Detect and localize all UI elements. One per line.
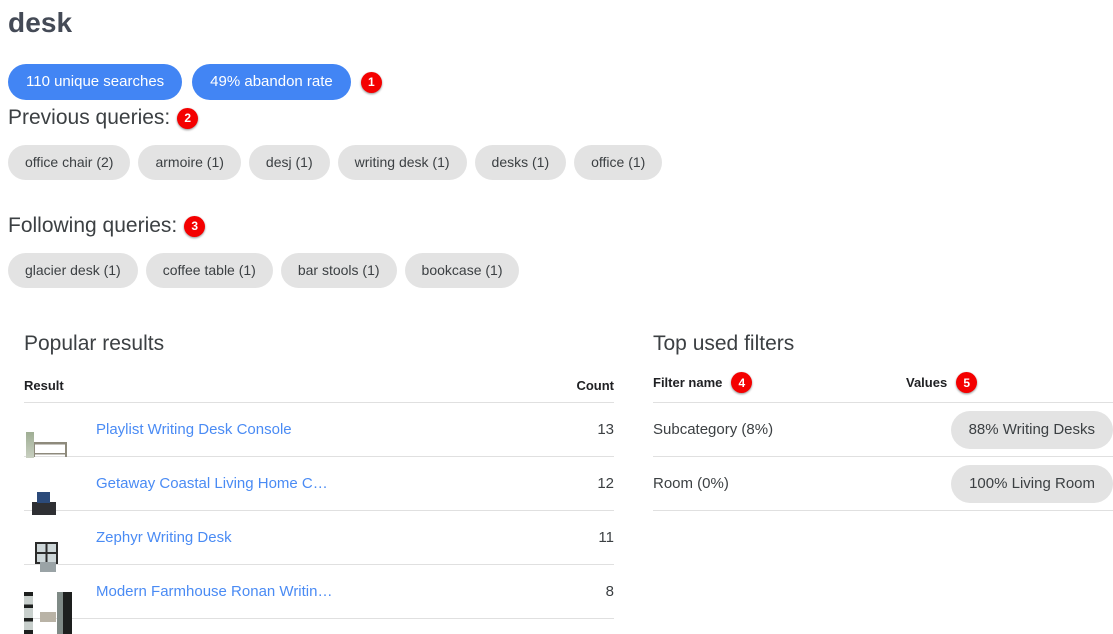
previous-query-chip[interactable]: desj (1): [248, 145, 330, 180]
stat-pill-unique-searches[interactable]: 110 unique searches: [8, 64, 183, 100]
previous-query-chip[interactable]: armoire (1): [138, 145, 241, 180]
table-row[interactable]: Subcategory (8%) 88% Writing Desks: [653, 402, 1113, 457]
top-used-filters-panel: Top used filters Filter name 4 Values 5: [653, 331, 1113, 511]
annotation-badge-2: 2: [177, 107, 199, 129]
popular-results-title: Popular results: [24, 332, 165, 355]
table-row[interactable]: Getaway Coastal Living Home C… 12: [24, 456, 614, 511]
following-queries-chip-list: glacier desk (1) coffee table (1) bar st…: [8, 253, 520, 288]
result-name-cell: Zephyr Writing Desk: [96, 510, 544, 565]
result-count: 8: [544, 564, 614, 619]
page-title: desk: [8, 7, 73, 38]
top-used-filters-table: Filter name 4 Values 5 Subcategory (8%): [653, 371, 1113, 511]
following-query-chip[interactable]: bar stools (1): [280, 253, 397, 288]
column-header-values-label: Values: [906, 375, 948, 390]
filter-name-cell: Room (0%): [653, 456, 906, 511]
following-query-chip[interactable]: bookcase (1): [404, 253, 520, 288]
column-header-result-label: Result: [24, 378, 64, 393]
result-thumbnail-cell: [24, 402, 96, 457]
popular-results-header-row: Result Count: [24, 371, 614, 403]
previous-query-chip[interactable]: desks (1): [474, 145, 567, 180]
result-name-cell: Playlist Writing Desk Console: [96, 402, 544, 457]
previous-query-chip[interactable]: office chair (2): [8, 145, 131, 180]
following-query-chip[interactable]: coffee table (1): [145, 253, 273, 288]
previous-query-chip[interactable]: office (1): [574, 145, 663, 180]
table-row[interactable]: Playlist Writing Desk Console 13: [24, 402, 614, 457]
result-name-cell: Getaway Coastal Living Home C…: [96, 456, 544, 511]
annotation-badge-5: 5: [956, 372, 978, 393]
table-row[interactable]: Modern Farmhouse Ronan Writin… 8: [24, 564, 614, 619]
result-count: 11: [544, 510, 614, 565]
summary-stats: 110 unique searches 49% abandon rate 1: [8, 64, 382, 100]
filter-name-cell: Subcategory (8%): [653, 402, 906, 457]
following-queries-section: Following queries: 3 glacier desk (1) co…: [8, 213, 520, 288]
filter-values-cell: 100% Living Room: [906, 456, 1113, 511]
table-row[interactable]: Zephyr Writing Desk 11: [24, 510, 614, 565]
result-link[interactable]: Zephyr Writing Desk: [96, 529, 544, 546]
column-header-result[interactable]: Result: [24, 371, 544, 403]
search-analytics-page: desk 110 unique searches 49% abandon rat…: [0, 0, 1113, 619]
result-thumbnail-cell: [24, 564, 96, 619]
top-used-filters-title: Top used filters: [653, 332, 795, 355]
result-name-cell: Modern Farmhouse Ronan Writin…: [96, 564, 544, 619]
previous-queries-chip-list: office chair (2) armoire (1) desj (1) wr…: [8, 145, 663, 180]
following-queries-heading: Following queries: 3: [8, 213, 519, 239]
result-link[interactable]: Playlist Writing Desk Console: [96, 421, 544, 438]
column-header-values[interactable]: Values 5: [906, 371, 1113, 403]
popular-results-table: Result Count Playlist Writing Desk Conso…: [24, 371, 614, 619]
top-used-filters-header-row: Filter name 4 Values 5: [653, 371, 1113, 403]
annotation-badge-3: 3: [184, 215, 206, 237]
result-count: 12: [544, 456, 614, 511]
result-link[interactable]: Modern Farmhouse Ronan Writin…: [96, 583, 544, 600]
column-header-count-label: Count: [576, 378, 614, 393]
result-thumbnail-cell: [24, 456, 96, 511]
column-header-filter-name[interactable]: Filter name 4: [653, 371, 906, 403]
previous-queries-heading: Previous queries: 2: [8, 105, 662, 131]
previous-queries-label: Previous queries:: [8, 106, 171, 129]
previous-query-chip[interactable]: writing desk (1): [337, 145, 467, 180]
stat-pill-abandon-rate[interactable]: 49% abandon rate: [192, 64, 351, 100]
column-header-filter-name-group: Filter name 4: [653, 372, 906, 393]
column-header-values-group: Values 5: [906, 372, 1113, 393]
column-header-filter-name-label: Filter name: [653, 375, 723, 390]
following-queries-label: Following queries:: [8, 214, 178, 237]
filter-value-pill[interactable]: 88% Writing Desks: [950, 410, 1113, 449]
annotation-badge-4: 4: [731, 372, 753, 393]
result-count: 13: [544, 402, 614, 457]
following-query-chip[interactable]: glacier desk (1): [8, 253, 138, 288]
result-link[interactable]: Getaway Coastal Living Home C…: [96, 475, 544, 492]
annotation-badge-1: 1: [360, 71, 382, 93]
filter-values-cell: 88% Writing Desks: [906, 402, 1113, 457]
filter-value-pill[interactable]: 100% Living Room: [951, 464, 1113, 503]
table-row[interactable]: Room (0%) 100% Living Room: [653, 456, 1113, 511]
result-thumbnail-cell: [24, 510, 96, 565]
previous-queries-section: Previous queries: 2 office chair (2) arm…: [8, 105, 663, 180]
popular-results-panel: Popular results Result Count Playlist Wr…: [24, 331, 614, 619]
column-header-count[interactable]: Count: [544, 371, 614, 403]
